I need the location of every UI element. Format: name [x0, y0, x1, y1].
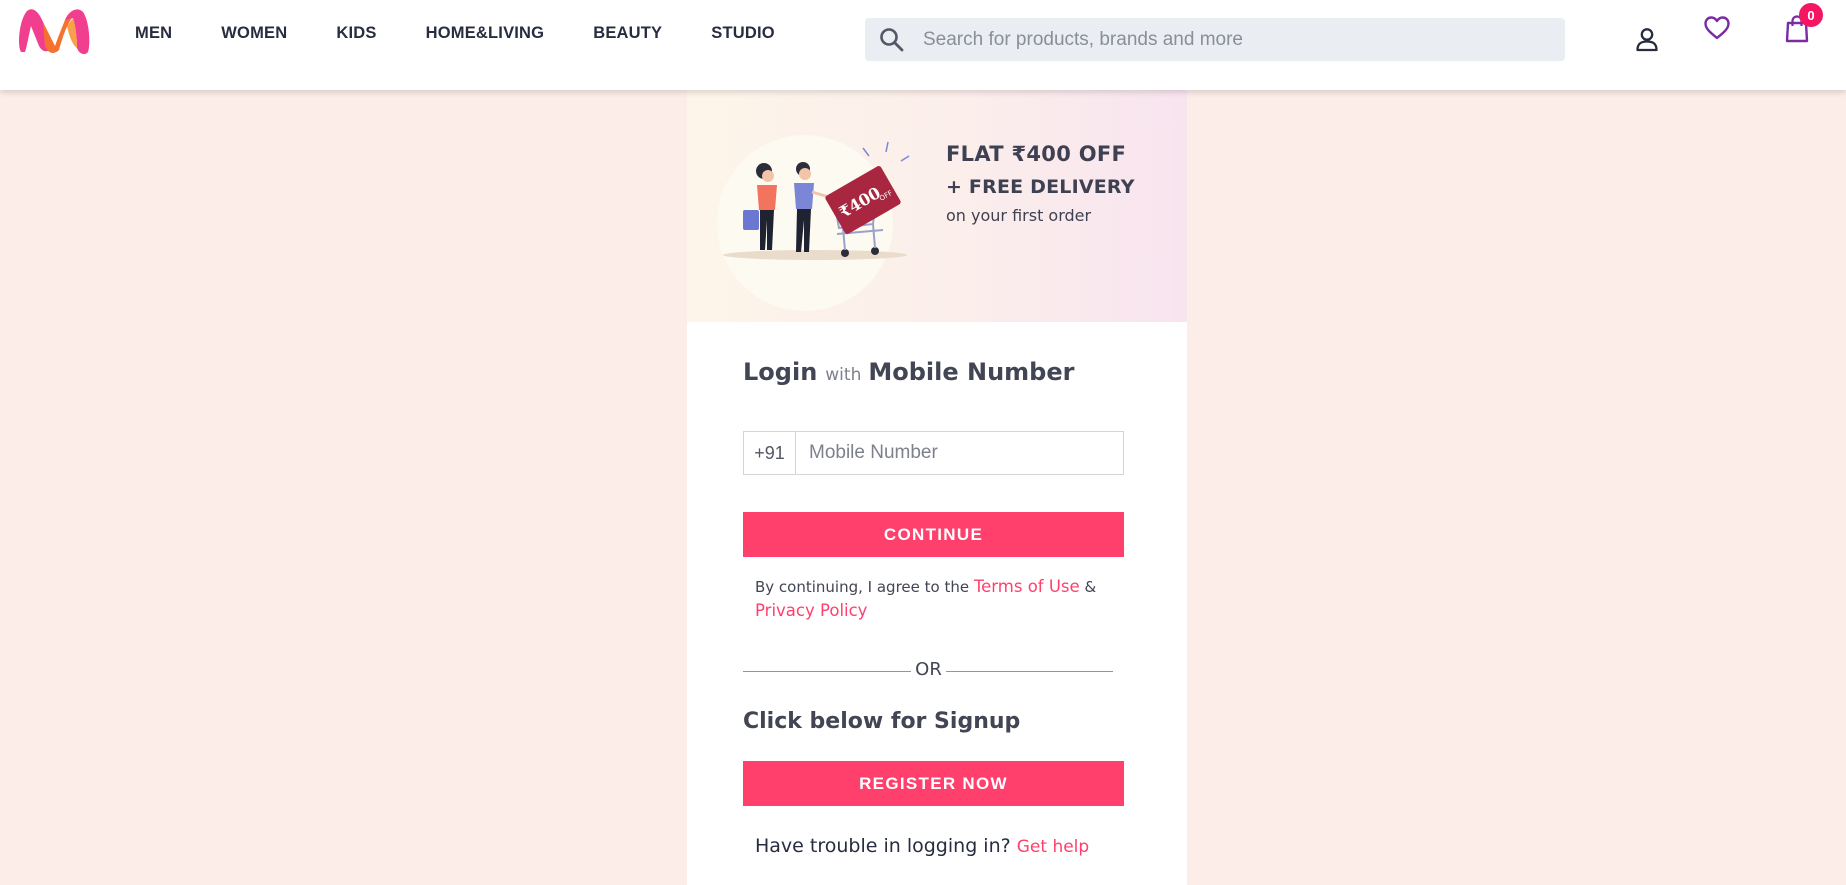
register-now-button[interactable]: REGISTER NOW [743, 761, 1124, 806]
continue-button[interactable]: CONTINUE [743, 512, 1124, 557]
divider-line-left [743, 671, 911, 672]
nav-home-living[interactable]: HOME&LIVING [426, 24, 545, 43]
myntra-logo[interactable] [17, 6, 92, 56]
country-code: +91 [744, 432, 796, 474]
offer-text: FLAT ₹400 OFF + FREE DELIVERY on your fi… [946, 142, 1135, 225]
terms-notice: By continuing, I agree to the Terms of U… [755, 575, 1115, 623]
signup-title: Click below for Signup [743, 709, 1021, 734]
terms-prefix: By continuing, I agree to the [755, 578, 970, 596]
bag-count-badge: 0 [1799, 3, 1823, 27]
nav-men[interactable]: MEN [135, 24, 172, 43]
offer-delivery: + FREE DELIVERY [946, 176, 1135, 198]
mobile-number-field: +91 [743, 431, 1124, 475]
offer-headline: FLAT ₹400 OFF [946, 142, 1127, 166]
login-title: Login with Mobile Number [743, 358, 1074, 386]
nav-kids[interactable]: KIDS [336, 24, 376, 43]
wishlist-icon[interactable] [1702, 13, 1732, 43]
login-title-login: Login [743, 358, 818, 386]
login-card: ₹400 OFF FLAT ₹400 OFF + FREE DELIVERY o… [687, 90, 1187, 885]
login-title-with: with [825, 365, 862, 385]
privacy-policy-link[interactable]: Privacy Policy [755, 601, 867, 620]
terms-of-use-link[interactable]: Terms of Use [974, 577, 1080, 596]
trouble-text: Have trouble in logging in? [755, 835, 1011, 857]
nav-women[interactable]: WOMEN [221, 24, 287, 43]
shopping-illustration: ₹400 OFF [717, 135, 910, 311]
or-divider: OR [743, 659, 1113, 683]
terms-ampersand: & [1084, 578, 1097, 596]
search-bar [865, 18, 1565, 61]
main-nav: MEN WOMEN KIDS HOME&LIVING BEAUTY STUDIO [135, 24, 824, 43]
site-header: MEN WOMEN KIDS HOME&LIVING BEAUTY STUDIO… [0, 0, 1846, 90]
search-input[interactable] [923, 28, 1523, 51]
profile-icon[interactable] [1632, 24, 1662, 54]
offer-banner: ₹400 OFF FLAT ₹400 OFF + FREE DELIVERY o… [687, 90, 1187, 322]
mobile-number-input[interactable] [796, 432, 1123, 474]
search-icon[interactable] [870, 18, 914, 61]
or-text: OR [915, 659, 942, 680]
nav-studio[interactable]: STUDIO [711, 24, 775, 43]
divider-line-right [946, 671, 1113, 672]
get-help-link[interactable]: Get help [1017, 837, 1089, 857]
login-title-mobile: Mobile Number [868, 358, 1075, 386]
nav-beauty[interactable]: BEAUTY [593, 24, 662, 43]
login-help: Have trouble in logging in? Get help [755, 835, 1089, 857]
offer-subtext: on your first order [946, 206, 1092, 225]
